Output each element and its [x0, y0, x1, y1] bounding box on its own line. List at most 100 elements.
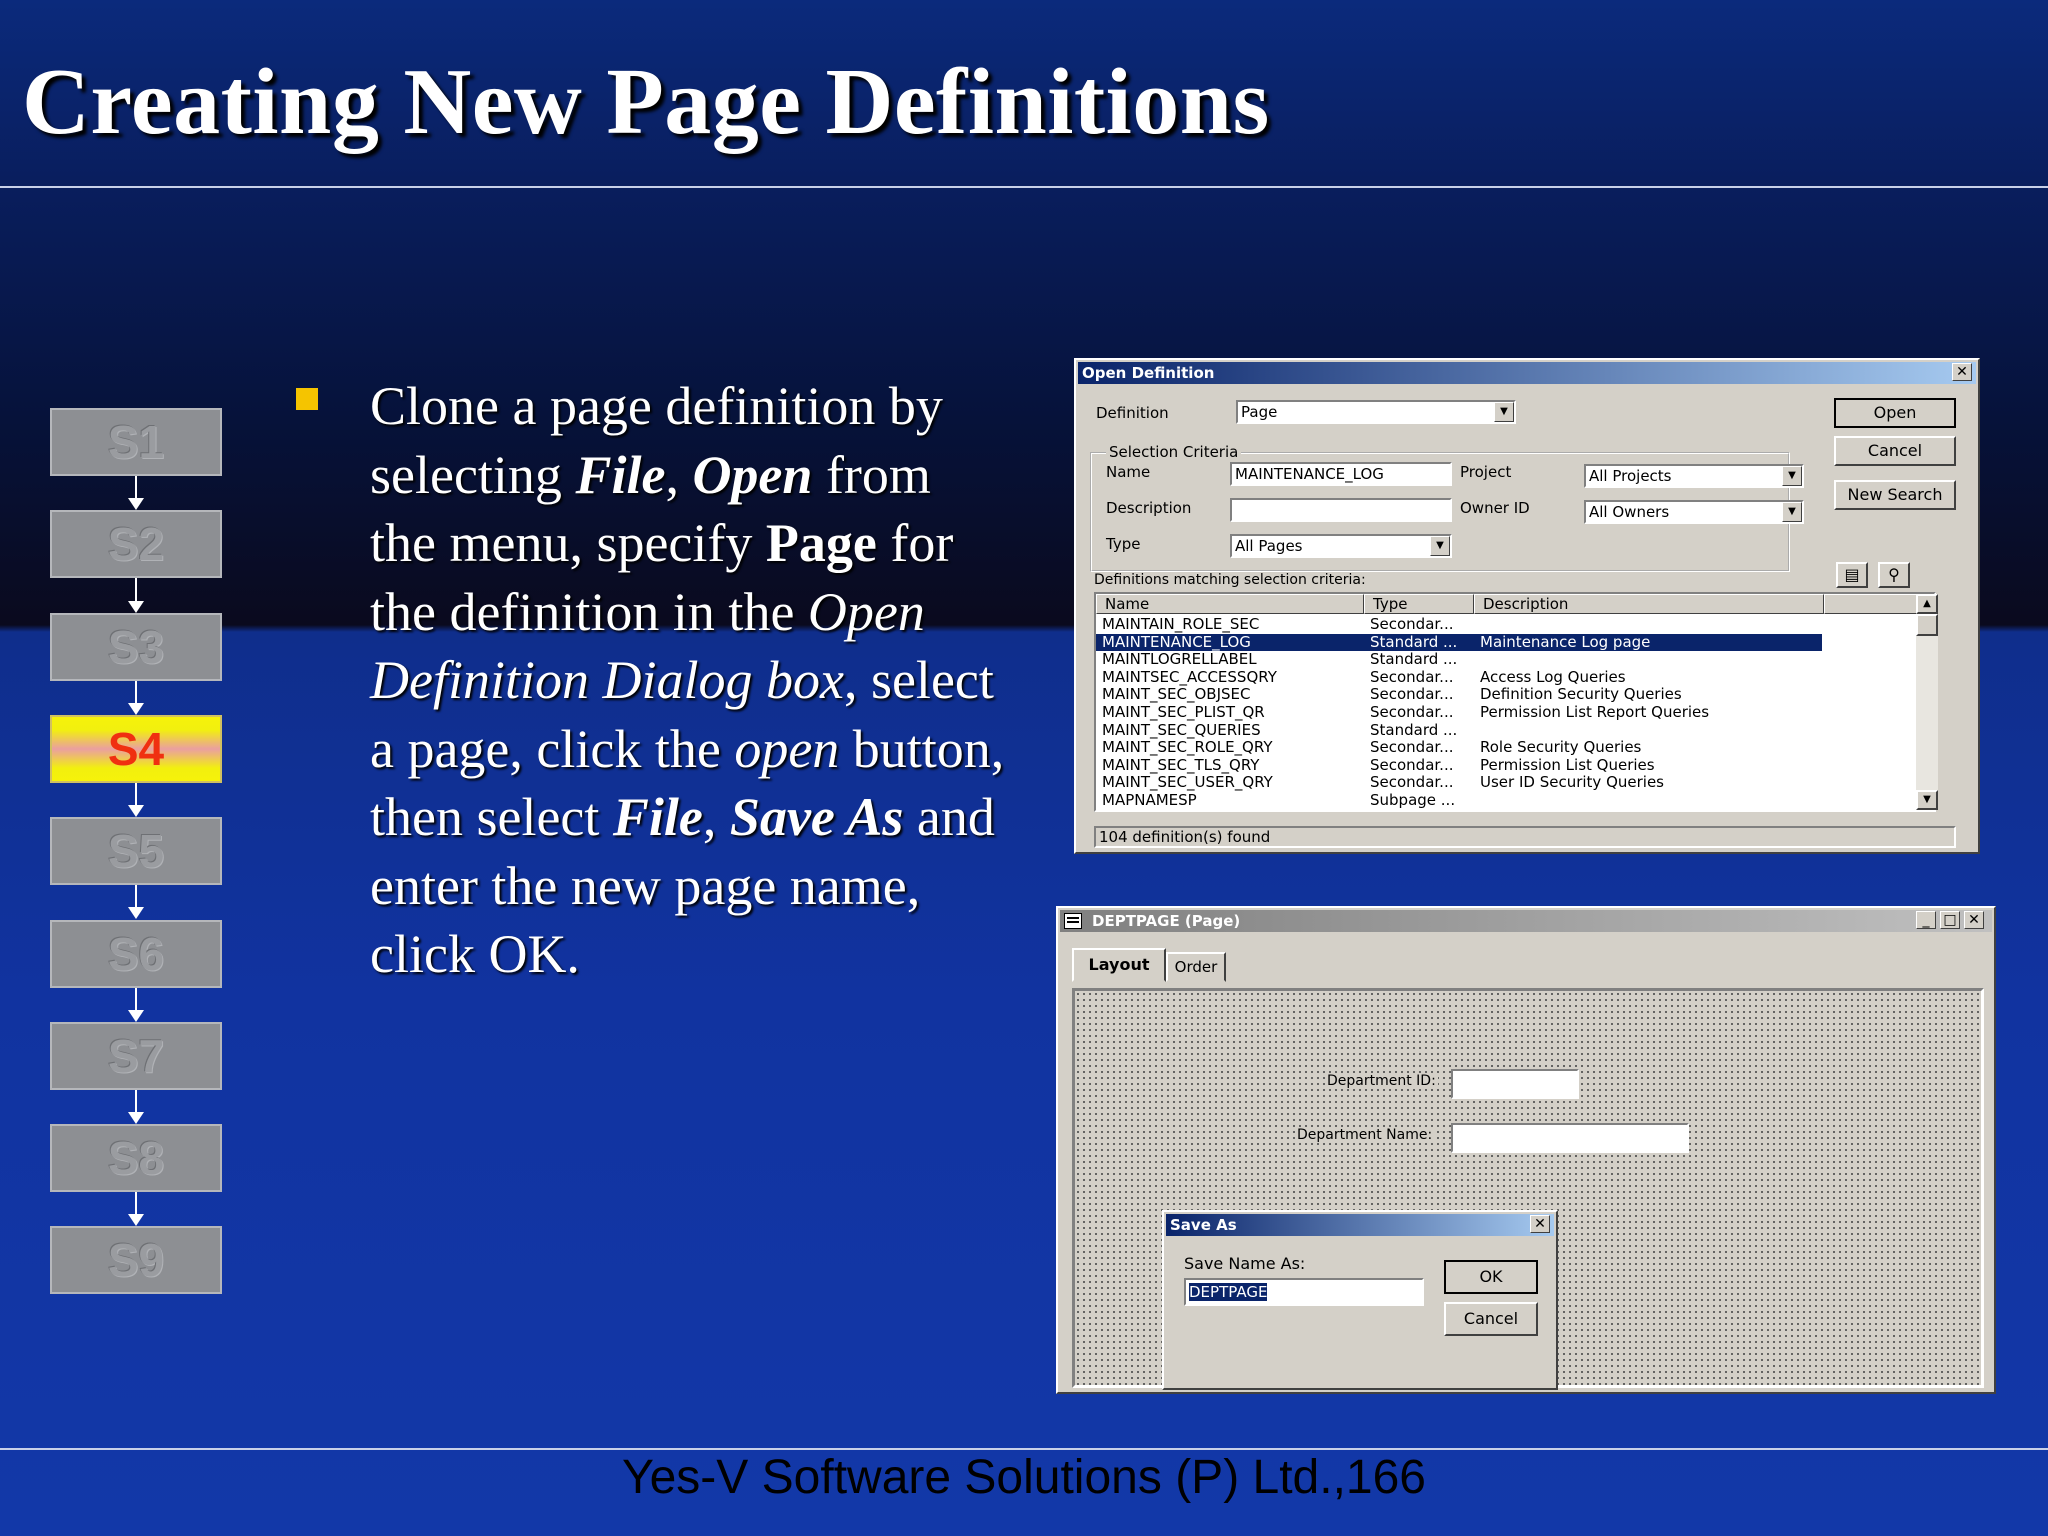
scroll-up-icon[interactable]: ▲ [1916, 594, 1938, 614]
column-header-description[interactable]: Description [1474, 594, 1824, 614]
step-arrow [128, 782, 144, 818]
type-label: Type [1106, 535, 1141, 553]
text-emphasis: Open [692, 444, 813, 505]
chevron-down-icon[interactable]: ▼ [1782, 502, 1802, 522]
dialog-title: Save As [1170, 1216, 1237, 1234]
page-definition-icon [1064, 913, 1082, 929]
cell-name: MAINTSEC_ACCESSQRY [1102, 667, 1277, 686]
column-header-name[interactable]: Name [1096, 594, 1364, 614]
open-button[interactable]: Open [1834, 398, 1956, 428]
new-search-button[interactable]: New Search [1834, 480, 1956, 510]
tab-order[interactable]: Order [1166, 952, 1226, 982]
close-icon[interactable]: ✕ [1952, 363, 1972, 381]
chevron-down-icon[interactable]: ▼ [1782, 466, 1802, 486]
cell-name: MAINT_SEC_QUERIES [1102, 720, 1261, 739]
step-s8[interactable]: S8 [50, 1124, 222, 1193]
title-divider [0, 186, 2048, 188]
dialog-title-bar: Save As [1166, 1214, 1554, 1236]
department-id-label: Department ID: [1325, 1073, 1438, 1089]
step-s1[interactable]: S1 [50, 408, 222, 476]
owner-id-select[interactable]: All Owners ▼ [1584, 500, 1804, 524]
vertical-scrollbar[interactable]: ▲ ▼ [1916, 594, 1938, 810]
step-arrow [128, 1192, 144, 1227]
cell-name: MAINTAIN_ROLE_SEC [1102, 615, 1260, 633]
project-label: Project [1460, 463, 1512, 481]
department-name-field[interactable] [1451, 1123, 1689, 1153]
tab-layout[interactable]: Layout [1072, 948, 1166, 982]
description-input[interactable] [1230, 498, 1452, 522]
save-name-value: DEPTPAGE [1189, 1283, 1268, 1301]
definition-label: Definition [1096, 404, 1169, 422]
definition-select[interactable]: Page ▼ [1236, 400, 1516, 424]
step-arrow [128, 680, 144, 716]
chevron-down-icon[interactable]: ▼ [1430, 536, 1450, 556]
step-arrow [128, 885, 144, 920]
type-select[interactable]: All Pages ▼ [1230, 534, 1452, 558]
list-item[interactable]: MAINT_SEC_PLIST_QR Secondar... Permission … [1096, 703, 1822, 722]
step-s3[interactable]: S3 [50, 612, 222, 681]
maximize-icon[interactable]: □ [1940, 911, 1960, 929]
selection-criteria-label: Selection Criteria [1106, 443, 1242, 461]
list-item[interactable]: MAINTAIN_ROLE_SEC Secondar... [1096, 615, 1822, 634]
name-label: Name [1106, 463, 1151, 481]
step-s7[interactable]: S7 [50, 1021, 222, 1090]
window-title: DEPTPAGE (Page) [1092, 912, 1241, 930]
scroll-down-icon[interactable]: ▼ [1916, 790, 1938, 810]
text-segment: , [665, 444, 693, 505]
footer-text: Yes-V Software Solutions (P) Ltd.,166 [622, 1451, 1426, 1504]
search-icon[interactable]: ⚲ [1878, 562, 1910, 588]
list-item[interactable]: MAPNAMESP Subpage ... [1096, 791, 1822, 810]
project-select[interactable]: All Projects ▼ [1584, 464, 1804, 488]
text-emphasis: Save As [729, 787, 904, 847]
step-s4[interactable]: S4 [50, 714, 222, 783]
step-s5[interactable]: S5 [50, 817, 222, 886]
list-item[interactable]: MAINT_SEC_QUERIES Standard ... [1096, 720, 1822, 740]
name-input[interactable]: MAINTENANCE_LOG [1230, 462, 1452, 486]
cell-desc: Permission List Queries [1480, 755, 1655, 774]
cell-name: MAINT_SEC_USER_QRY [1102, 773, 1273, 792]
list-item[interactable]: MAINT_SEC_TLS_QRY Secondar... Permission L… [1096, 755, 1822, 775]
ok-button[interactable]: OK [1444, 1260, 1538, 1294]
cell-type: Standard ... [1370, 650, 1458, 669]
list-item[interactable]: MAINTENANCE_LOG Standard ... Maintenance L… [1096, 632, 1822, 652]
close-icon[interactable]: ✕ [1964, 911, 1984, 929]
text-emphasis: open [734, 718, 840, 779]
step-s9[interactable]: S9 [50, 1226, 222, 1295]
list-item[interactable]: MAINT_SEC_ROLE_QRY Secondar... Role Securi… [1096, 739, 1822, 757]
cell-name: MAINT_SEC_PLIST_QR [1102, 703, 1265, 721]
description-label: Description [1106, 499, 1192, 517]
step-s6[interactable]: S6 [50, 919, 222, 988]
cell-type: Secondar... [1370, 667, 1454, 686]
department-id-field[interactable] [1451, 1069, 1579, 1099]
close-icon[interactable]: ✕ [1530, 1215, 1550, 1233]
cell-name: MAINT_SEC_OBJSEC [1102, 685, 1251, 704]
column-header-type[interactable]: Type [1364, 594, 1474, 614]
list-item[interactable]: MAINT_SEC_USER_QRY Secondar... User ID Sec… [1096, 774, 1822, 792]
cell-name: MAINT_SEC_TLS_QRY [1102, 755, 1260, 774]
cancel-button[interactable]: Cancel [1444, 1302, 1538, 1336]
cell-type: Secondar... [1370, 615, 1454, 633]
cancel-button[interactable]: Cancel [1834, 436, 1956, 466]
save-name-input[interactable]: DEPTPAGE [1184, 1278, 1424, 1306]
scroll-thumb[interactable] [1916, 614, 1938, 636]
definitions-list[interactable]: Name Type Description MAINTAIN_ROLE_SEC S… [1094, 592, 1936, 812]
list-item[interactable]: MAINTSEC_ACCESSQRY Secondar... Access Log … [1096, 667, 1822, 687]
save-name-label: Save Name As: [1184, 1254, 1306, 1273]
matching-label: Definitions matching selection criteria: [1094, 572, 1366, 588]
text-emphasis: File [612, 787, 703, 847]
list-view-icon[interactable]: ▤ [1836, 562, 1868, 588]
step-s2[interactable]: S2 [50, 510, 222, 579]
list-item[interactable]: MAINT_SEC_OBJSEC Secondar... Definition Se… [1096, 686, 1822, 704]
cell-type: Secondar... [1370, 703, 1454, 721]
cell-name: MAPNAMESP [1102, 791, 1197, 809]
instruction-text: Clone a page definition by selecting Fil… [370, 372, 1010, 989]
cell-name: MAINTENANCE_LOG [1102, 632, 1251, 651]
definition-value: Page [1241, 403, 1278, 421]
chevron-down-icon[interactable]: ▼ [1494, 402, 1514, 422]
cell-type: Secondar... [1370, 755, 1454, 774]
window-title-bar: DEPTPAGE (Page) [1060, 910, 1992, 932]
list-item[interactable]: MAINTLOGRELLABEL Standard ... [1096, 651, 1822, 669]
minimize-icon[interactable]: _ [1916, 911, 1936, 929]
cell-type: Subpage ... [1370, 791, 1456, 809]
cell-type: Secondar... [1370, 738, 1454, 757]
